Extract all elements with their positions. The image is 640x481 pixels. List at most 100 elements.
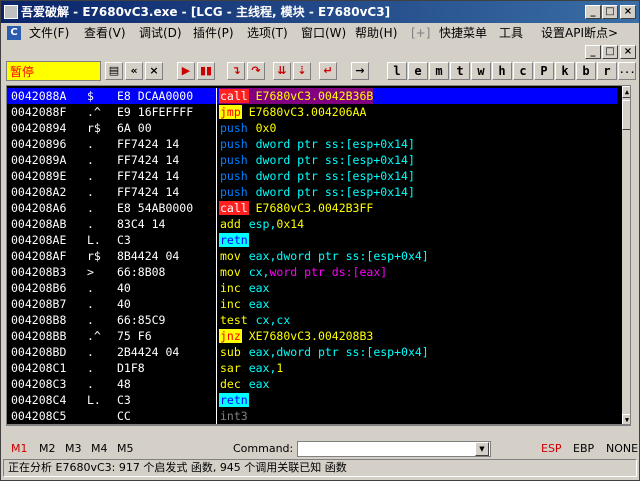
title-bar[interactable]: 吾爱破解 - E7680vC3.exe - [LCG - 主线程, 模块 - E…	[1, 1, 639, 23]
trace-into-icon[interactable]: ⇊	[273, 62, 291, 80]
row-mnemonic: inc	[220, 297, 241, 311]
row-address: 004208B7	[11, 297, 67, 311]
menu-options[interactable]: 选项(T)	[247, 23, 288, 43]
row-mnemonic: push	[220, 137, 248, 151]
marker-m2[interactable]: M2	[39, 439, 56, 459]
menu-help[interactable]: 帮助(H)	[355, 23, 397, 43]
disassembly-pane[interactable]: 0042088A $ E8 DCAA0000 call E7680vC3.0042B3…	[6, 85, 631, 425]
toolbar-letter-more[interactable]: ...	[618, 62, 636, 80]
maximize-button[interactable]: □	[602, 5, 618, 19]
row-flow-mark: .	[87, 377, 94, 391]
execute-till-return-icon[interactable]: ↵	[319, 62, 337, 80]
open-icon[interactable]: ▤	[105, 62, 123, 80]
disasm-row[interactable]: 004208AB. 83C4 14 add esp,0x14	[7, 216, 617, 232]
disasm-row[interactable]: 00420896. FF7424 14 push dword ptr ss:[esp…	[7, 136, 617, 152]
row-address: 004208C1	[11, 361, 67, 375]
child-window-icon[interactable]: C	[7, 26, 21, 40]
disasm-row[interactable]: 004208A2. FF7424 14 push dword ptr ss:[esp…	[7, 184, 617, 200]
toolbar-letter-b[interactable]: b	[576, 62, 596, 80]
row-operand: XE7680vC3.004208B3	[241, 329, 374, 343]
column-divider	[216, 152, 217, 168]
command-input[interactable]	[297, 441, 491, 457]
marker-m5[interactable]: M5	[117, 439, 134, 459]
disasm-row[interactable]: 0042089A. FF7424 14 push dword ptr ss:[esp…	[7, 152, 617, 168]
scroll-down-icon[interactable]: ▼	[622, 414, 630, 424]
row-address: 004208BD	[11, 345, 67, 359]
disasm-row[interactable]: 004208B7. 40 inc eax	[7, 296, 617, 312]
row-hex-bytes: 8B4424 04	[117, 249, 180, 263]
toolbar-letter-e[interactable]: e	[408, 62, 428, 80]
toolbar-letter-k[interactable]: k	[555, 62, 575, 80]
scroll-up-icon[interactable]: ▲	[622, 86, 630, 98]
command-dropdown-icon[interactable]: ▼	[475, 442, 489, 456]
row-address: 0042088F	[11, 105, 67, 119]
toolbar-letter-m[interactable]: m	[429, 62, 449, 80]
row-mnemonic: sar	[220, 361, 241, 375]
step-over-icon[interactable]: ↷	[247, 62, 265, 80]
row-mnemonic: retn	[219, 393, 249, 407]
disasm-row[interactable]: 00420894 r$ 6A 00 push 0x0	[7, 120, 617, 136]
row-instruction: inc eax	[219, 296, 269, 312]
menu-debug[interactable]: 调试(D)	[139, 23, 182, 43]
toolbar-letter-P[interactable]: P	[534, 62, 554, 80]
menu-view[interactable]: 查看(V)	[84, 23, 126, 43]
disasm-row[interactable]: 004208AE L. C3 retn	[7, 232, 617, 248]
menu-set-api-breakpoint[interactable]: 设置API断点>	[541, 23, 618, 43]
menu-plus[interactable]: [+]	[411, 23, 430, 43]
child-maximize-button[interactable]: □	[602, 45, 618, 59]
toolbar-letter-t[interactable]: t	[450, 62, 470, 80]
disasm-row[interactable]: 004208C3. 48 dec eax	[7, 376, 617, 392]
trace-over-icon[interactable]: ⇣	[293, 62, 311, 80]
label-none[interactable]: NONE	[606, 439, 638, 459]
scroll-thumb[interactable]	[622, 100, 630, 130]
menu-plugins[interactable]: 插件(P)	[193, 23, 234, 43]
disasm-row[interactable]: 0042089E. FF7424 14 push dword ptr ss:[esp…	[7, 168, 617, 184]
disasm-row[interactable]: 004208B3 >66:8B08 mov cx,word ptr ds:[eax]	[7, 264, 617, 280]
rewind-icon[interactable]: «	[125, 62, 143, 80]
row-hex-bytes: CC	[117, 409, 131, 423]
pause-icon[interactable]: ▮▮	[197, 62, 215, 80]
close-button[interactable]: ×	[620, 5, 636, 19]
marker-m1[interactable]: M1	[11, 439, 28, 459]
disasm-row[interactable]: 004208AF r$ 8B4424 04 mov eax,dword ptr ss:…	[7, 248, 617, 264]
disasm-row[interactable]: 004208BB .^ 75 F6 jnz XE7680vC3.004208B3	[7, 328, 617, 344]
toolbar-letter-r[interactable]: r	[597, 62, 617, 80]
menu-tools[interactable]: 工具	[499, 23, 523, 43]
marker-m4[interactable]: M4	[91, 439, 108, 459]
toolbar-letter-w[interactable]: w	[471, 62, 491, 80]
close-file-icon[interactable]: ×	[145, 62, 163, 80]
disasm-row[interactable]: 004208A6. E8 54AB0000 call E7680vC3.0042B3…	[7, 200, 617, 216]
row-address: 004208B6	[11, 281, 67, 295]
label-ebp[interactable]: EBP	[573, 439, 594, 459]
minimize-button[interactable]: _	[585, 5, 601, 19]
row-mnemonic: test	[220, 313, 248, 327]
menu-file[interactable]: 文件(F)	[29, 23, 69, 43]
disasm-row[interactable]: 0042088F .^ E9 16FEFFFF jmp E7680vC3.004206…	[7, 104, 617, 120]
column-divider	[216, 376, 217, 392]
horizontal-scrollbar[interactable]	[6, 425, 631, 437]
vertical-scrollbar[interactable]: ▲ ▼	[622, 86, 630, 424]
column-divider	[216, 280, 217, 296]
toolbar-letter-h[interactable]: h	[492, 62, 512, 80]
toolbar-letter-c[interactable]: c	[513, 62, 533, 80]
row-address: 004208C5	[11, 409, 67, 423]
child-close-button[interactable]: ×	[620, 45, 636, 59]
disasm-row[interactable]: 004208C5 CC int3	[7, 408, 617, 424]
child-minimize-button[interactable]: _	[585, 45, 601, 59]
disasm-row[interactable]: 004208B6. 40 inc eax	[7, 280, 617, 296]
disasm-row[interactable]: 0042088A $ E8 DCAA0000 call E7680vC3.0042B3…	[7, 88, 617, 104]
disasm-row[interactable]: 004208B8. 66:85C9 test cx,cx	[7, 312, 617, 328]
menu-window[interactable]: 窗口(W)	[301, 23, 346, 43]
disasm-row[interactable]: 004208C4 L. C3 retn	[7, 392, 617, 408]
label-esp[interactable]: ESP	[541, 439, 562, 459]
run-icon[interactable]: ▶	[177, 62, 195, 80]
marker-m3[interactable]: M3	[65, 439, 82, 459]
goto-icon[interactable]: →	[351, 62, 369, 80]
disasm-row[interactable]: 004208C1. D1F8 sar eax,1	[7, 360, 617, 376]
menu-shortcuts[interactable]: 快捷菜单	[439, 23, 487, 43]
step-into-icon[interactable]: ↴	[227, 62, 245, 80]
row-instruction: retn	[219, 232, 249, 248]
disasm-row[interactable]: 004208BD. 2B4424 04 sub eax,dword ptr ss:[…	[7, 344, 617, 360]
column-divider	[216, 136, 217, 152]
toolbar-letter-l[interactable]: l	[387, 62, 407, 80]
